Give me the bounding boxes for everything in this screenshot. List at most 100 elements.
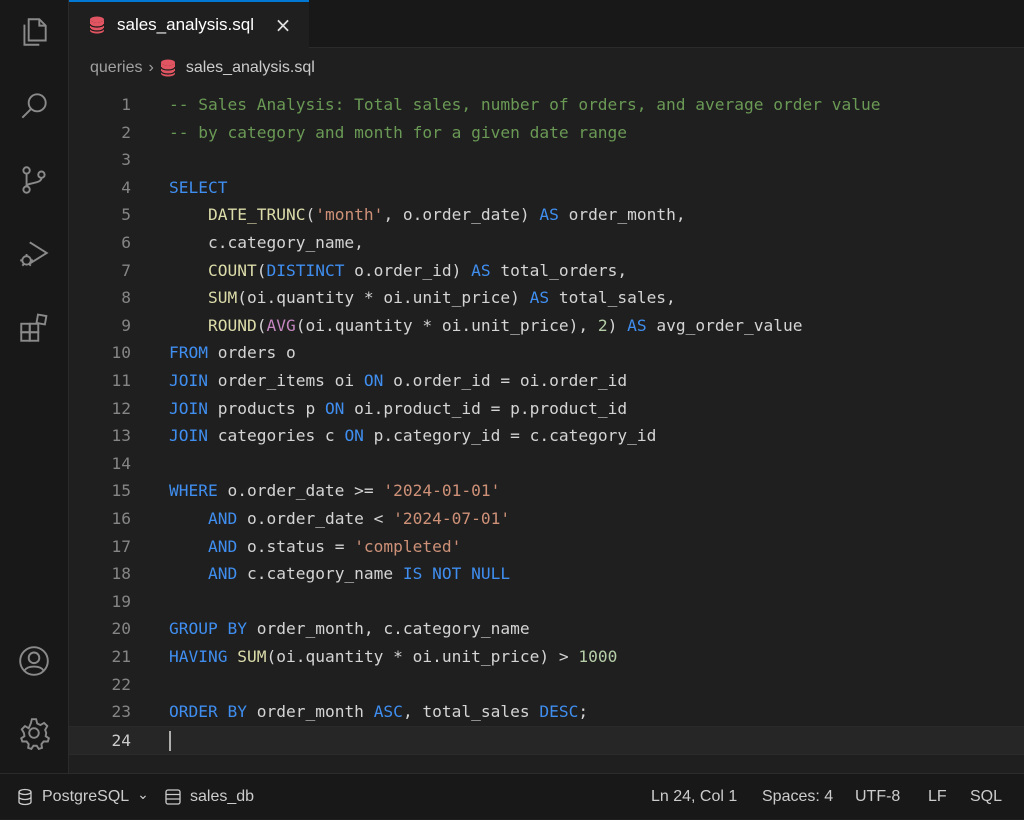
code-token: ASC xyxy=(373,702,403,722)
tab-label: sales_analysis.sql xyxy=(117,15,255,34)
code-text: ORDER BY order_month ASC, total_sales DE… xyxy=(169,698,588,726)
code-line[interactable]: 17 AND o.status = 'completed' xyxy=(69,533,1024,561)
language-server-selector[interactable]: PostgreSQL ⌄ xyxy=(16,774,149,820)
code-token: AND xyxy=(207,536,238,556)
code-token: o.order_id = oi.order_id xyxy=(383,371,628,390)
language-mode[interactable]: SQL xyxy=(970,774,1002,820)
code-text: JOIN products p ON oi.product_id = p.pro… xyxy=(169,395,627,423)
code-token: c.category_name, xyxy=(169,233,364,252)
close-icon[interactable]: × xyxy=(273,15,293,35)
code-line[interactable]: 21 HAVING SUM(oi.quantity * oi.unit_price… xyxy=(69,643,1024,671)
code-line[interactable]: 19 xyxy=(69,588,1024,616)
database-icon xyxy=(16,788,42,806)
code-token: o.order_date < xyxy=(237,509,394,528)
line-number: 5 xyxy=(121,205,131,225)
code-text: DATE_TRUNC('month', o.order_date) AS ord… xyxy=(169,201,686,229)
code-token: ON xyxy=(344,426,364,446)
search-icon[interactable] xyxy=(16,88,52,124)
code-line[interactable]: 20 GROUP BY order_month, c.category_name xyxy=(69,615,1024,643)
code-line[interactable]: 1 -- Sales Analysis: Total sales, number … xyxy=(69,91,1024,119)
code-text: AND o.order_date < '2024-07-01' xyxy=(169,505,510,533)
code-text: HAVING SUM(oi.quantity * oi.unit_price) … xyxy=(169,643,617,671)
code-editor[interactable]: 1 -- Sales Analysis: Total sales, number … xyxy=(69,90,1024,773)
code-line[interactable]: 11 JOIN order_items oi ON o.order_id = oi… xyxy=(69,367,1024,395)
code-token: o.order_id) xyxy=(344,260,472,280)
code-line[interactable]: 14 xyxy=(69,450,1024,478)
line-number: 24 xyxy=(111,730,132,750)
code-token: DATE_TRUNC xyxy=(207,205,306,225)
code-text: c.category_name, xyxy=(169,229,364,257)
code-line[interactable]: 22 xyxy=(69,671,1024,699)
code-token: SELECT xyxy=(169,177,228,197)
breadcrumb-file[interactable]: sales_analysis.sql xyxy=(186,59,315,77)
indentation[interactable]: Spaces: 4 xyxy=(762,774,833,820)
line-number: 15 xyxy=(111,481,132,501)
tab-bar: sales_analysis.sql × xyxy=(69,0,1024,48)
code-line[interactable]: 9 ROUND(AVG(oi.quantity * oi.unit_price)… xyxy=(69,312,1024,340)
code-token: SUM xyxy=(207,288,238,308)
code-line[interactable]: 13 JOIN categories c ON p.category_id = c… xyxy=(69,422,1024,450)
extensions-icon[interactable] xyxy=(16,310,52,346)
settings-gear-icon[interactable] xyxy=(16,715,52,751)
source-control-icon[interactable] xyxy=(16,162,52,198)
code-line[interactable]: 15 WHERE o.order_date >= '2024-01-01' xyxy=(69,477,1024,505)
account-icon[interactable] xyxy=(16,643,52,679)
code-token: total_sales, xyxy=(549,288,676,308)
code-line[interactable]: 5 DATE_TRUNC('month', o.order_date) AS o… xyxy=(69,201,1024,229)
line-number: 12 xyxy=(111,398,132,418)
line-number: 8 xyxy=(121,288,131,308)
breadcrumb-folder[interactable]: queries xyxy=(90,59,142,77)
code-token: ) xyxy=(607,315,628,335)
code-token: 1000 xyxy=(578,647,618,666)
code-token: oi.product_id = p.product_id xyxy=(344,398,628,418)
code-line[interactable]: 16 AND o.order_date < '2024-07-01' xyxy=(69,505,1024,533)
code-token: ON xyxy=(363,371,384,390)
database-file-icon xyxy=(160,59,176,77)
explorer-icon[interactable] xyxy=(16,14,52,50)
end-of-line[interactable]: LF xyxy=(928,774,947,820)
code-line[interactable]: 3 xyxy=(69,146,1024,174)
line-number: 10 xyxy=(111,343,132,363)
line-number: 14 xyxy=(111,453,132,473)
run-debug-icon[interactable] xyxy=(16,236,52,272)
code-token: (oi.quantity * oi.unit_price), xyxy=(295,315,598,335)
database-file-icon xyxy=(89,16,105,34)
code-text: COUNT(DISTINCT o.order_id) AS total_orde… xyxy=(169,257,627,285)
line-number: 20 xyxy=(111,619,132,639)
code-line[interactable]: 6 c.category_name, xyxy=(69,229,1024,257)
code-token: 2 xyxy=(597,315,608,335)
database-selector[interactable]: sales_db xyxy=(164,774,254,820)
code-token: NOT xyxy=(432,564,462,584)
line-number: 2 xyxy=(121,122,131,142)
code-line[interactable]: 12 JOIN products p ON oi.product_id = p.p… xyxy=(69,395,1024,423)
code-token: '2024-01-01' xyxy=(383,481,501,501)
code-token: ON xyxy=(324,398,345,418)
code-token: products p xyxy=(207,398,325,418)
code-line[interactable]: 4 SELECT xyxy=(69,174,1024,202)
status-bar: PostgreSQL ⌄ sales_db Ln 24, Col 1 Space… xyxy=(0,773,1024,819)
code-text: AND c.category_name IS NOT NULL xyxy=(169,560,510,588)
code-line[interactable]: 24 xyxy=(69,725,1024,756)
code-line[interactable]: 8 SUM(oi.quantity * oi.unit_price) AS to… xyxy=(69,284,1024,312)
code-text: FROM orders o xyxy=(169,339,296,367)
code-line[interactable]: 23 ORDER BY order_month ASC, total_sales … xyxy=(69,698,1024,726)
code-line[interactable]: 18 AND c.category_name IS NOT NULL xyxy=(69,560,1024,588)
code-line[interactable]: 7 COUNT(DISTINCT o.order_id) AS total_or… xyxy=(69,257,1024,285)
code-token: BY xyxy=(227,702,247,722)
encoding[interactable]: UTF-8 xyxy=(855,774,900,820)
code-token: AS xyxy=(539,205,559,225)
code-line[interactable]: 2 -- by category and month for a given da… xyxy=(69,119,1024,147)
code-token: order_month, c.category_name xyxy=(246,619,530,639)
code-text: SUM(oi.quantity * oi.unit_price) AS tota… xyxy=(169,284,676,312)
cursor-position[interactable]: Ln 24, Col 1 xyxy=(651,774,737,820)
code-token: order_items oi xyxy=(207,371,364,390)
code-token: (oi.quantity * oi.unit_price) xyxy=(237,288,530,308)
code-token: GROUP xyxy=(169,619,218,639)
code-token: o.order_date >= xyxy=(217,481,384,501)
tab-sales-analysis[interactable]: sales_analysis.sql × xyxy=(69,0,309,48)
code-line[interactable]: 10 FROM orders o xyxy=(69,339,1024,367)
